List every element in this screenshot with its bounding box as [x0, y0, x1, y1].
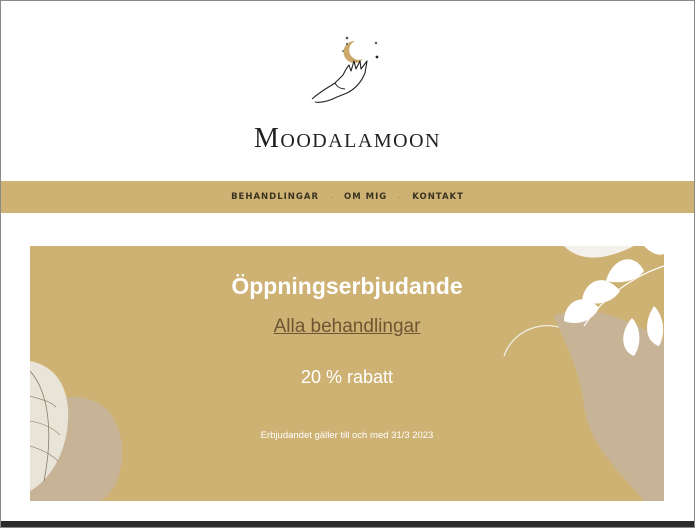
browser-viewport: Moodalamoon BEHANDLINGAR · OM MIG · KONT…: [0, 0, 695, 528]
all-treatments-link[interactable]: Alla behandlingar: [30, 316, 664, 338]
nav-separator: ·: [398, 192, 402, 202]
hand-holding-moon-icon[interactable]: [307, 31, 383, 107]
nav-item-kontakt[interactable]: KONTAKT: [412, 192, 464, 202]
site-title[interactable]: Moodalamoon: [1, 123, 694, 155]
nav-item-behandlingar[interactable]: BEHANDLINGAR: [231, 192, 319, 202]
offer-validity-note: Erbjudandet gäller till och med 31/3 202…: [260, 430, 434, 441]
discount-text: 20 % rabatt: [300, 367, 394, 387]
offer-title: Öppningserbjudande: [231, 273, 463, 299]
main-nav: BEHANDLINGAR · OM MIG · KONTAKT: [1, 181, 694, 213]
offer-banner: Öppningserbjudande Alla behandlingar 20 …: [30, 246, 664, 501]
nav-item-om-mig[interactable]: OM MIG: [344, 192, 387, 202]
bottom-bar: [1, 521, 694, 527]
nav-separator: ·: [330, 192, 334, 202]
site-header: Moodalamoon: [1, 1, 694, 181]
leaf-decoration-icon: [30, 361, 123, 501]
